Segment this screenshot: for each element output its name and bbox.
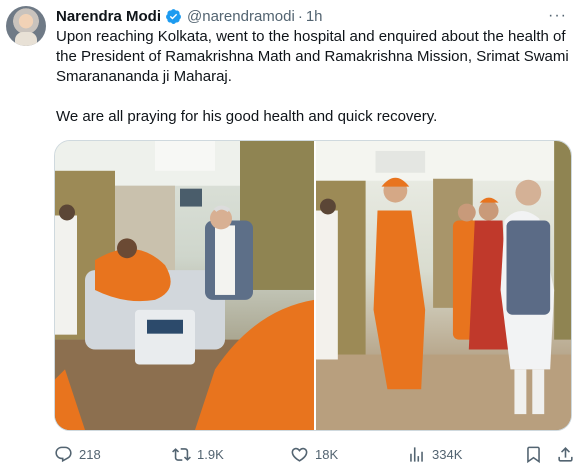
like-count: 18K [315,446,339,462]
tweet-header: Narendra Modi @narendramodi · 1h ··· [56,6,573,26]
photo-hospital-bedside-visit[interactable] [55,141,314,430]
heart-icon [291,447,308,462]
author-handle[interactable]: @narendramodi [187,8,295,25]
tweet-text: Upon reaching Kolkata, went to the hospi… [56,27,576,147]
tweet-paragraph-2: We are all praying for his good health a… [56,108,438,125]
like-button[interactable]: 18K [290,445,338,464]
share-button[interactable] [556,445,575,464]
views-button[interactable]: 334K [407,445,462,464]
tweet-paragraph-1: Upon reaching Kolkata, went to the hospi… [56,28,569,85]
reply-icon [55,446,72,462]
bookmark-icon [527,446,540,463]
verified-badge-icon [165,8,182,25]
retweet-icon [172,447,191,461]
author-name[interactable]: Narendra Modi [56,8,161,25]
share-icon [558,446,573,462]
avatar[interactable] [6,6,46,46]
retweet-count: 1.9K [197,446,224,462]
reply-count: 218 [79,446,101,462]
bookmark-button[interactable] [524,445,543,464]
timestamp[interactable]: 1h [306,8,323,25]
view-count: 334K [432,446,463,462]
media-grid [54,140,572,431]
photo-hospital-corridor-greeting[interactable] [316,141,571,430]
photo-right-illustration [316,141,571,430]
retweet-button[interactable]: 1.9K [172,445,224,464]
action-bar: 218 1.9K 18K 334K [54,442,576,466]
photo-left-illustration [55,141,314,430]
more-options-icon[interactable]: ··· [548,7,567,25]
reply-button[interactable]: 218 [54,445,101,464]
separator-dot: · [297,7,303,25]
views-chart-icon [410,446,423,462]
